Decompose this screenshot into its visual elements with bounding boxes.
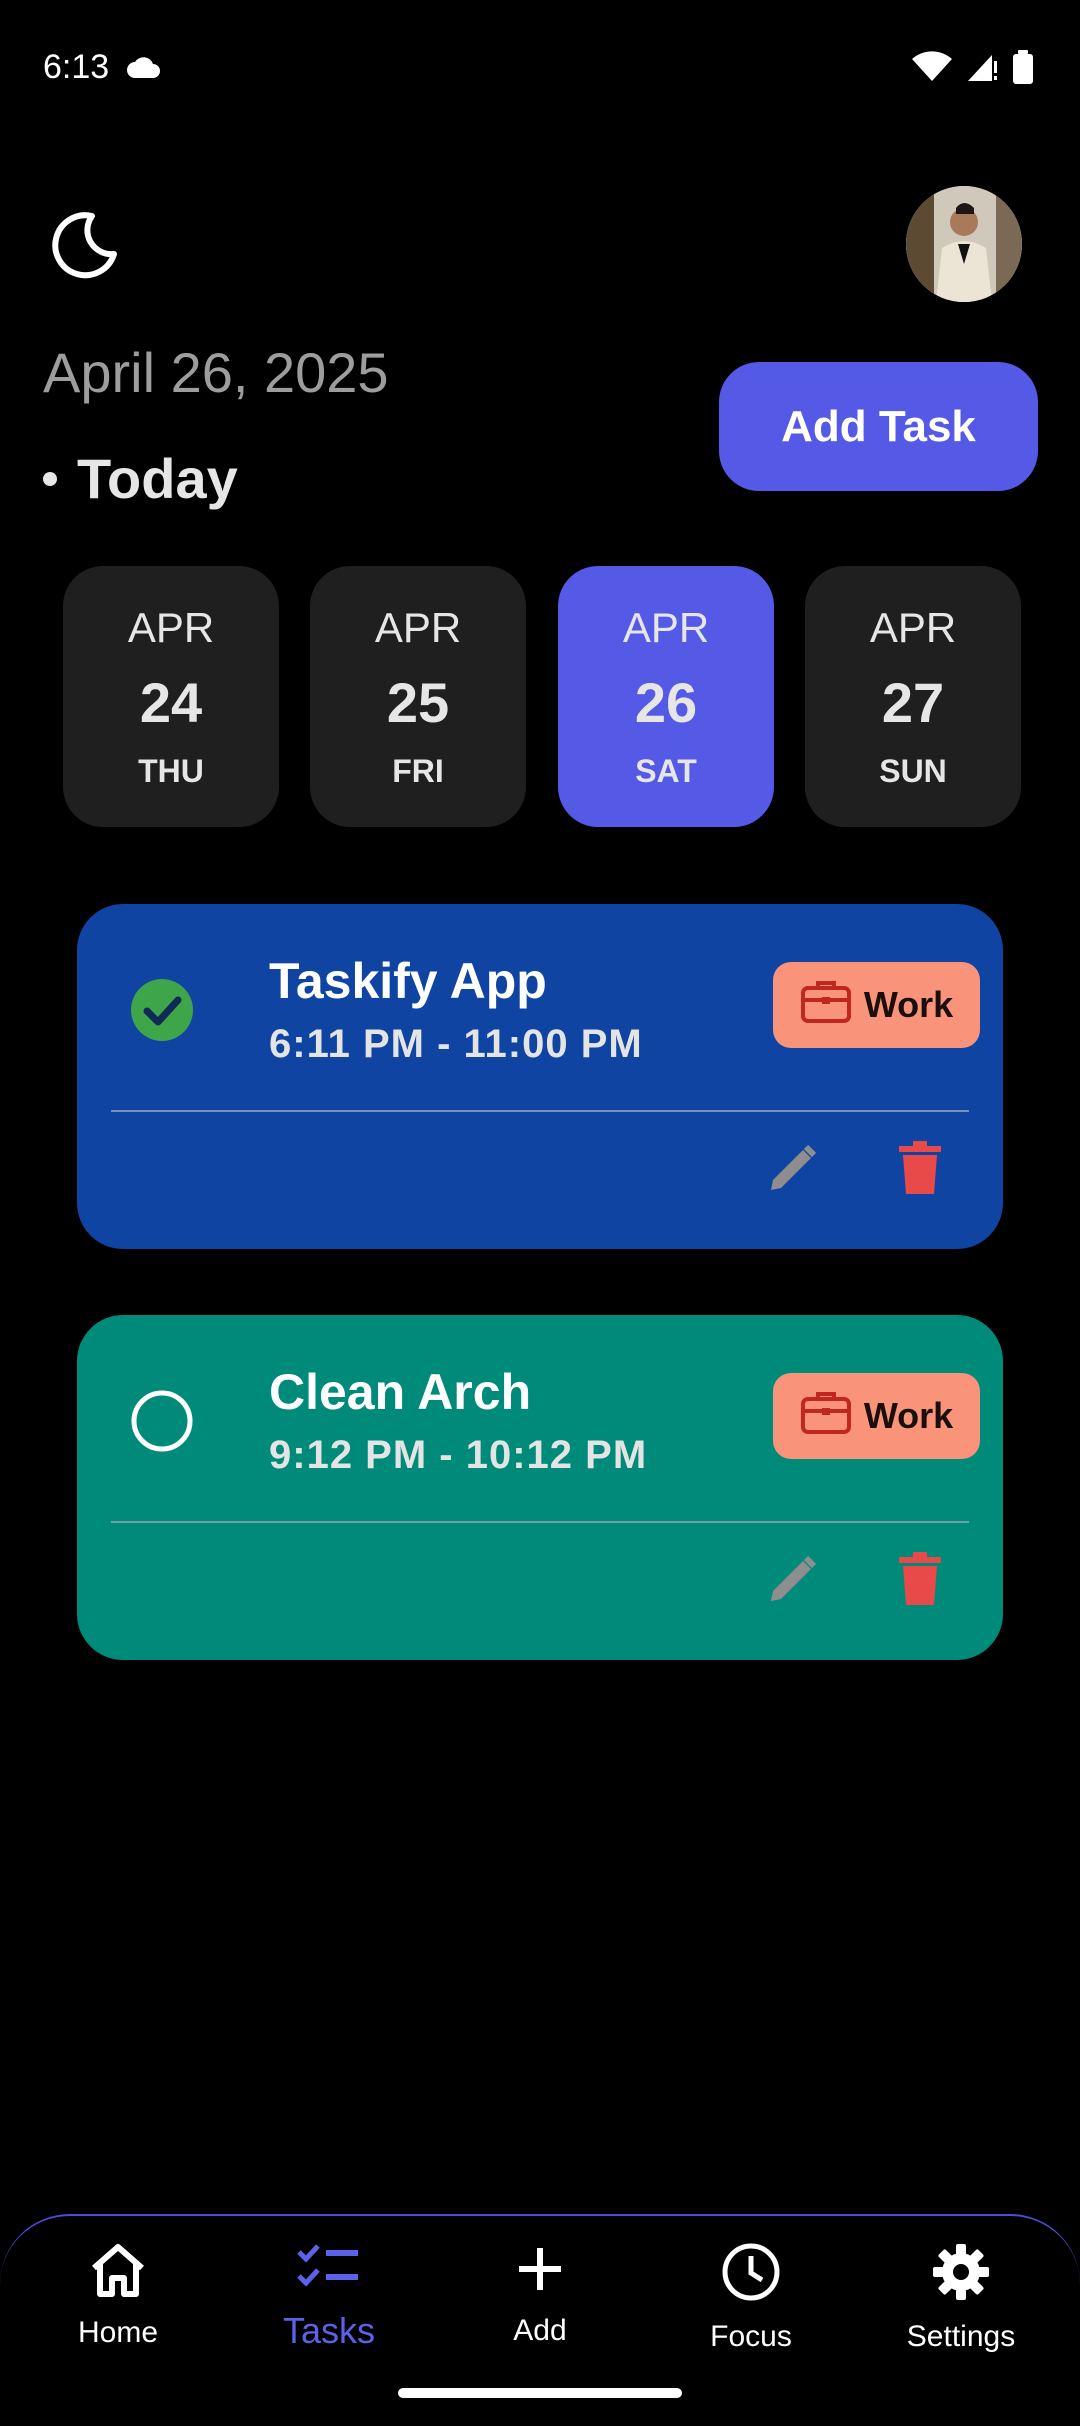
nav-settings[interactable]: Settings bbox=[881, 2242, 1041, 2354]
delete-icon[interactable] bbox=[897, 1140, 943, 1201]
status-icons bbox=[912, 50, 1034, 89]
nav-label: Add bbox=[513, 2314, 567, 2347]
category-label: Work bbox=[863, 984, 954, 1025]
today-text: Today bbox=[77, 447, 238, 510]
chip-day: 27 bbox=[881, 670, 945, 734]
category-badge: Work bbox=[773, 962, 980, 1048]
chip-month: APR bbox=[869, 603, 957, 651]
completed-check-icon[interactable] bbox=[130, 978, 194, 1047]
home-indicator[interactable] bbox=[398, 2388, 682, 2398]
chip-month: APR bbox=[127, 603, 215, 651]
task-time: 6:11 PM - 11:00 PM bbox=[269, 1022, 643, 1066]
chip-month: APR bbox=[622, 603, 710, 651]
current-date: April 26, 2025 bbox=[43, 341, 389, 404]
chip-day: 26 bbox=[634, 670, 698, 734]
avatar[interactable] bbox=[906, 186, 1022, 302]
task-time: 9:12 PM - 10:12 PM bbox=[269, 1433, 648, 1477]
date-chip-apr-24[interactable]: APR 24 THU bbox=[63, 566, 279, 827]
nav-label: Home bbox=[77, 2316, 159, 2349]
date-chip-apr-27[interactable]: APR 27 SUN bbox=[805, 566, 1021, 827]
card-divider bbox=[111, 1521, 969, 1523]
moon-icon bbox=[50, 212, 120, 284]
plus-icon bbox=[513, 2242, 567, 2304]
chip-weekday: THU bbox=[138, 752, 204, 789]
card-divider bbox=[111, 1110, 969, 1112]
dark-mode-toggle[interactable] bbox=[50, 210, 120, 285]
chip-day: 25 bbox=[386, 670, 450, 734]
edit-icon[interactable] bbox=[765, 1142, 819, 1201]
task-title: Taskify App bbox=[269, 953, 547, 1009]
chip-weekday: SUN bbox=[879, 752, 947, 789]
date-chip-apr-26[interactable]: APR 26 SAT bbox=[558, 566, 774, 827]
briefcase-icon bbox=[800, 1389, 852, 1444]
chip-month: APR bbox=[374, 603, 462, 651]
nav-label: Focus bbox=[710, 2320, 792, 2353]
nav-label: Settings bbox=[906, 2320, 1016, 2353]
date-chip-apr-25[interactable]: APR 25 FRI bbox=[310, 566, 526, 827]
bullet-dot bbox=[43, 471, 57, 486]
chip-day: 24 bbox=[139, 670, 203, 734]
battery-icon bbox=[1012, 50, 1034, 89]
tasks-icon bbox=[296, 2242, 362, 2300]
nav-tasks[interactable]: Tasks bbox=[249, 2242, 409, 2352]
chip-weekday: FRI bbox=[392, 752, 444, 789]
home-icon bbox=[88, 2242, 148, 2306]
clock-icon bbox=[721, 2242, 781, 2310]
chip-weekday: SAT bbox=[635, 752, 697, 789]
nav-label: Tasks bbox=[282, 2310, 376, 2351]
edit-icon[interactable] bbox=[765, 1553, 819, 1612]
nav-add[interactable]: Add bbox=[460, 2242, 620, 2348]
wifi-icon bbox=[912, 51, 952, 88]
task-title: Clean Arch bbox=[269, 1364, 532, 1420]
task-card[interactable]: Taskify App 6:11 PM - 11:00 PM Work bbox=[77, 904, 1003, 1249]
briefcase-icon bbox=[800, 978, 852, 1033]
nav-home[interactable]: Home bbox=[38, 2242, 198, 2350]
incomplete-circle-icon[interactable] bbox=[130, 1389, 194, 1458]
delete-icon[interactable] bbox=[897, 1551, 943, 1612]
nav-focus[interactable]: Focus bbox=[671, 2242, 831, 2354]
task-card[interactable]: Clean Arch 9:12 PM - 10:12 PM Work bbox=[77, 1315, 1003, 1660]
cloud-icon bbox=[126, 56, 162, 85]
add-task-button[interactable]: Add Task bbox=[719, 362, 1038, 491]
category-label: Work bbox=[863, 1395, 954, 1436]
today-label: Today bbox=[43, 446, 238, 511]
status-time: 6:13 bbox=[43, 48, 110, 86]
gear-icon bbox=[931, 2242, 991, 2310]
category-badge: Work bbox=[773, 1373, 980, 1459]
signal-icon bbox=[966, 51, 998, 88]
